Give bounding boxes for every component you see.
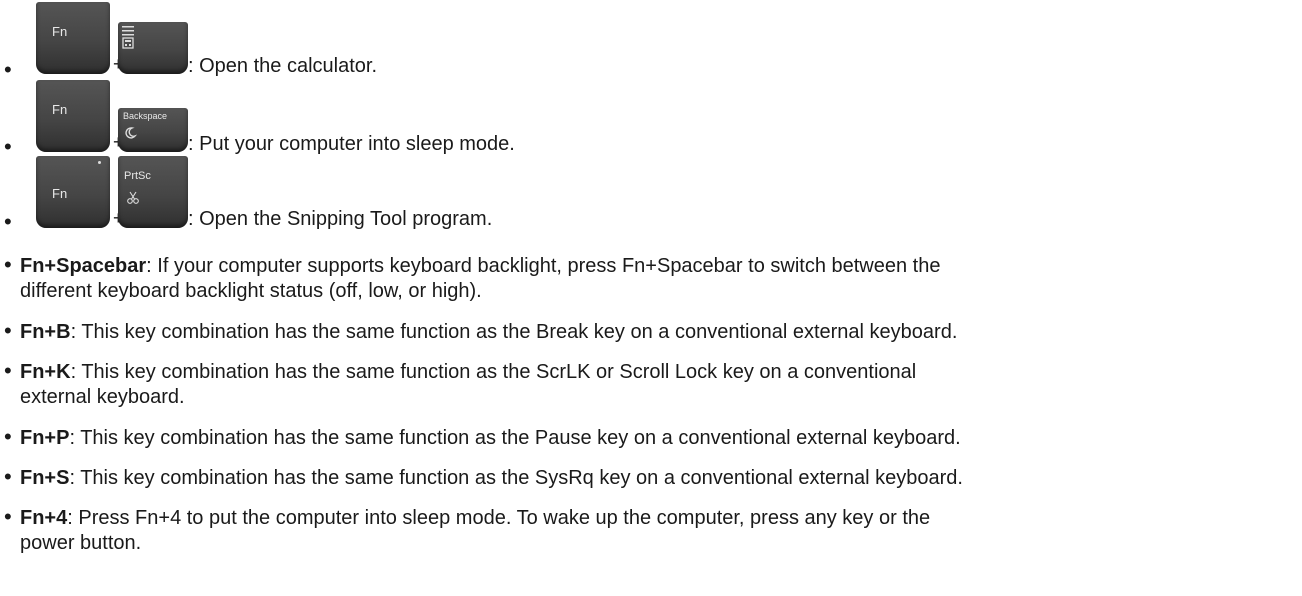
item-description-continued: power button. [20,532,142,554]
item-description-continued: external keyboard. [20,386,185,408]
item-description: : Open the calculator. [188,55,378,77]
bullet: • [4,424,12,449]
bullet: • [4,57,12,82]
item-text: Fn+P: This key combination has the same … [20,426,1300,451]
bullet: • [4,464,12,489]
fn-key: Fn [36,2,110,74]
fn-key-label: Fn [52,102,68,117]
shortcut-key: Fn+4 [20,507,68,529]
shortcut-key: Fn+P [20,427,70,449]
fn-key: Fn [36,156,110,228]
item-text: Fn+K: This key combination has the same … [20,360,1300,410]
shortcut-key: Fn+S [20,467,70,489]
item-description: : If your computer supports keyboard bac… [146,255,941,277]
bullet: • [4,318,12,343]
item-text: Fn+S: This key combination has the same … [20,466,1300,491]
fn-key-label: Fn [52,24,68,39]
item-text: Fn+B: This key combination has the same … [20,320,1300,345]
prtsc-key: PrtSc [118,156,188,228]
snip-icon [126,188,140,211]
calculator-icon [121,25,135,55]
fn-key-label: Fn [52,186,68,201]
item-description: : Open the Snipping Tool program. [188,208,493,230]
item-description: : This key combination has the same func… [70,321,958,343]
calculator-key [118,22,188,74]
item-description: : This key combination has the same func… [70,361,917,383]
shortcut-key: Fn+B [20,321,71,343]
item-description: : This key combination has the same func… [69,467,963,489]
bullet: • [4,358,12,383]
item-description-continued: different keyboard backlight status (off… [20,280,482,302]
bullet: • [4,209,12,234]
bullet: • [4,252,12,277]
prtsc-key-label: PrtSc [124,170,151,182]
backspace-key-label: Backspace [123,111,168,121]
item-description: : Put your computer into sleep mode. [188,133,515,155]
bullet: • [4,134,12,159]
backspace-key: Backspace [118,108,188,152]
bullet: • [4,504,12,529]
item-text: Fn+Spacebar: If your computer supports k… [20,254,1300,304]
fn-lock-indicator-icon [98,161,101,164]
item-description: : This key combination has the same func… [69,427,961,449]
fn-key: Fn [36,80,110,152]
shortcut-key: Fn+Spacebar [20,255,147,277]
moon-icon [123,123,138,146]
item-text: Fn+4: Press Fn+4 to put the computer int… [20,506,1300,556]
item-description: : Press Fn+4 to put the computer into sl… [67,507,931,529]
shortcut-key: Fn+K [20,361,71,383]
